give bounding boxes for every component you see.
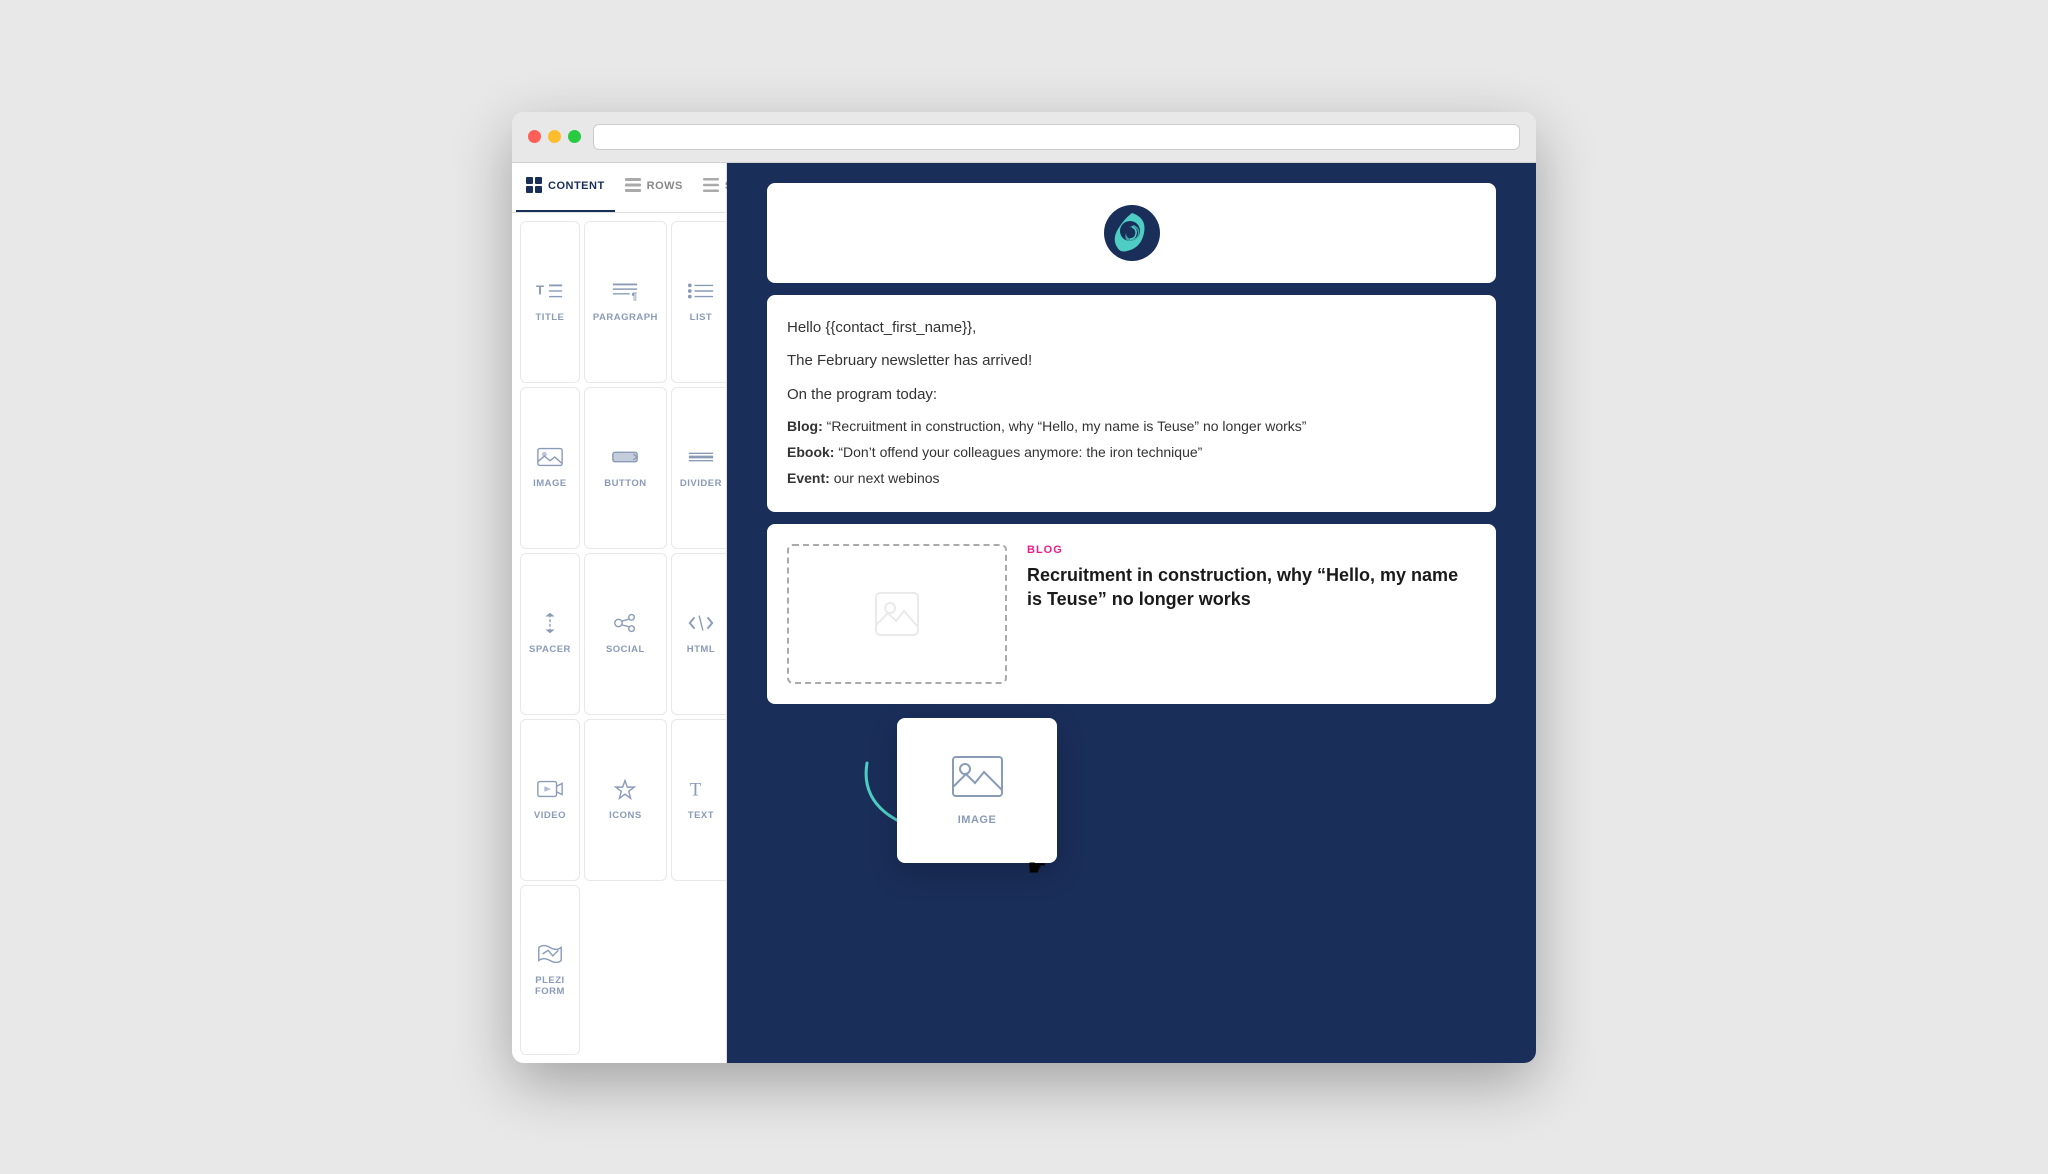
- video-label: VIDEO: [534, 810, 566, 821]
- browser-titlebar: [512, 112, 1536, 163]
- image-placeholder-icon: [872, 589, 922, 639]
- sidebar-item-divider[interactable]: DIVIDER: [671, 387, 726, 549]
- divider-label: DIVIDER: [680, 478, 722, 489]
- email-blog-item: Blog: “Recruitment in construction, why …: [787, 415, 1476, 439]
- email-logo-block[interactable]: [767, 183, 1496, 283]
- divider-icon: [687, 446, 715, 472]
- list-icon: [687, 280, 715, 306]
- svg-text:¶: ¶: [632, 291, 638, 302]
- sidebar-item-button[interactable]: BUTTON: [584, 387, 667, 549]
- sidebar-item-icons[interactable]: ICONS: [584, 719, 667, 881]
- email-text-block[interactable]: Hello {{contact_first_name}}, The Februa…: [767, 295, 1496, 513]
- event-text: our next webinos: [834, 470, 940, 486]
- ebook-text: “Don’t offend your colleagues anymore: t…: [838, 444, 1202, 460]
- browser-window: CONTENT ROWS: [512, 112, 1536, 1063]
- tab-content[interactable]: CONTENT: [516, 163, 615, 212]
- tab-content-label: CONTENT: [548, 180, 605, 192]
- tab-rows[interactable]: ROWS: [615, 163, 693, 212]
- social-label: SOCIAL: [606, 644, 645, 655]
- maximize-button[interactable]: [568, 130, 581, 143]
- tab-rows-label: ROWS: [647, 180, 683, 192]
- paragraph-icon: ¶: [611, 280, 639, 306]
- email-greeting: Hello {{contact_first_name}},: [787, 315, 1476, 341]
- cursor-hand: ☛: [1027, 855, 1047, 881]
- minimize-button[interactable]: [548, 130, 561, 143]
- plezi-form-label: PLEZI FORM: [529, 975, 571, 997]
- social-icon: [611, 612, 639, 638]
- svg-text:T: T: [690, 780, 702, 800]
- close-button[interactable]: [528, 130, 541, 143]
- floating-image-label: IMAGE: [958, 814, 997, 826]
- blog-card-text: BLOG Recruitment in construction, why “H…: [1027, 544, 1476, 611]
- ebook-label: Ebook:: [787, 444, 834, 460]
- button-icon: [611, 446, 639, 472]
- dragging-image-item[interactable]: IMAGE ☛: [897, 718, 1057, 863]
- sidebar-items-grid: T TITLE ¶: [512, 213, 726, 1063]
- icons-icon: [611, 778, 639, 804]
- blog-text: “Recruitment in construction, why “Hello…: [827, 418, 1307, 434]
- sidebar-item-spacer[interactable]: SPACER: [520, 553, 580, 715]
- text-icon: T: [687, 778, 715, 804]
- paragraph-label: PARAGRAPH: [593, 312, 658, 323]
- email-blog-block[interactable]: BLOG Recruitment in construction, why “H…: [767, 524, 1496, 704]
- button-label: BUTTON: [604, 478, 646, 489]
- image-label: IMAGE: [533, 478, 567, 489]
- blog-card-title: Recruitment in construction, why “Hello,…: [1027, 564, 1476, 611]
- email-body-text: Hello {{contact_first_name}}, The Februa…: [787, 315, 1476, 491]
- sidebar-item-paragraph[interactable]: ¶ PARAGRAPH: [584, 221, 667, 383]
- blog-card-tag: BLOG: [1027, 544, 1476, 556]
- email-event-item: Event: our next webinos: [787, 467, 1476, 491]
- list-label: LIST: [690, 312, 713, 323]
- brand-logo: [1102, 203, 1162, 263]
- html-icon: [687, 612, 715, 638]
- plezi-form-icon: [536, 943, 564, 969]
- email-program-title: On the program today:: [787, 382, 1476, 408]
- sidebar-item-video[interactable]: VIDEO: [520, 719, 580, 881]
- main-canvas: Hello {{contact_first_name}}, The Februa…: [727, 163, 1536, 1063]
- text-label: TEXT: [688, 810, 714, 821]
- sidebar-item-html[interactable]: HTML: [671, 553, 726, 715]
- email-ebook-item: Ebook: “Don’t offend your colleagues any…: [787, 441, 1476, 465]
- image-icon: [536, 446, 564, 472]
- sidebar-item-list[interactable]: LIST: [671, 221, 726, 383]
- svg-text:T: T: [536, 283, 544, 298]
- content-tab-icon: [526, 177, 542, 196]
- icons-label: ICONS: [609, 810, 642, 821]
- floating-image-icon: [950, 754, 1005, 804]
- event-label: Event:: [787, 470, 830, 486]
- title-label: TITLE: [536, 312, 565, 323]
- rows-tab-icon: [625, 178, 641, 195]
- sidebar: CONTENT ROWS: [512, 163, 727, 1063]
- url-bar[interactable]: [593, 124, 1520, 150]
- sidebar-item-text[interactable]: T TEXT: [671, 719, 726, 881]
- email-intro: The February newsletter has arrived!: [787, 348, 1476, 374]
- blog-image-drop-zone[interactable]: [787, 544, 1007, 684]
- html-label: HTML: [687, 644, 715, 655]
- spacer-label: SPACER: [529, 644, 571, 655]
- app-body: CONTENT ROWS: [512, 163, 1536, 1063]
- browser-traffic-lights: [528, 130, 581, 143]
- title-icon: T: [536, 280, 564, 306]
- settings-tab-icon: [703, 178, 719, 195]
- sidebar-item-social[interactable]: SOCIAL: [584, 553, 667, 715]
- video-icon: [536, 778, 564, 804]
- sidebar-item-plezi-form[interactable]: PLEZI FORM: [520, 885, 580, 1055]
- sidebar-tabs: CONTENT ROWS: [512, 163, 726, 213]
- sidebar-item-image[interactable]: IMAGE: [520, 387, 580, 549]
- sidebar-item-title[interactable]: T TITLE: [520, 221, 580, 383]
- blog-label: Blog:: [787, 418, 823, 434]
- spacer-icon: [536, 612, 564, 638]
